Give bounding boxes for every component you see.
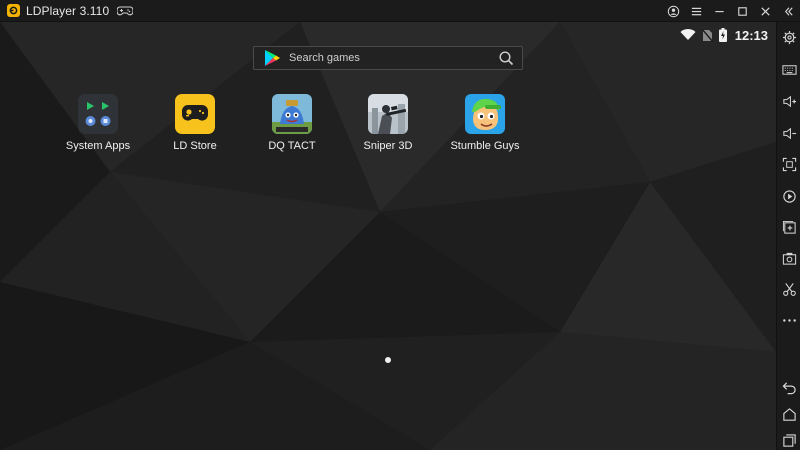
more-icon[interactable] bbox=[780, 311, 798, 329]
account-icon[interactable] bbox=[662, 0, 685, 22]
settings-icon[interactable] bbox=[780, 28, 798, 46]
no-sim-icon bbox=[701, 28, 713, 42]
system-apps-icon bbox=[78, 94, 118, 134]
record-icon[interactable] bbox=[780, 187, 798, 205]
battery-charging-icon bbox=[718, 28, 727, 42]
collapse-sidebar-icon[interactable] bbox=[777, 0, 800, 22]
volume-down-icon[interactable] bbox=[780, 124, 798, 142]
status-bar: 12:13 bbox=[680, 22, 776, 48]
ldplayer-window: LDPlayer 3.110 12:13 Search games System… bbox=[0, 0, 800, 450]
page-indicator-dot bbox=[385, 357, 391, 363]
android-home-screen[interactable]: 12:13 Search games System Apps LD Store … bbox=[0, 22, 776, 450]
close-icon[interactable] bbox=[754, 0, 777, 22]
app-stumble-guys[interactable]: Stumble Guys bbox=[439, 94, 531, 152]
window-title: LDPlayer 3.110 bbox=[26, 3, 110, 18]
back-icon[interactable] bbox=[780, 378, 798, 396]
app-label: Stumble Guys bbox=[450, 140, 520, 152]
app-sniper-3d[interactable]: Sniper 3D bbox=[342, 94, 434, 152]
stumble-guys-icon bbox=[465, 94, 505, 134]
volume-up-icon[interactable] bbox=[780, 92, 798, 110]
app-system-apps[interactable]: System Apps bbox=[52, 94, 144, 152]
wifi-icon bbox=[680, 29, 696, 41]
ld-store-icon bbox=[175, 94, 215, 134]
sniper-3d-icon bbox=[368, 94, 408, 134]
menu-icon[interactable] bbox=[685, 0, 708, 22]
clock: 12:13 bbox=[734, 27, 768, 43]
play-store-icon bbox=[265, 50, 280, 66]
search-input[interactable]: Search games bbox=[289, 52, 498, 64]
wallpaper bbox=[0, 22, 776, 450]
app-label: Sniper 3D bbox=[363, 140, 413, 152]
app-label: DQ TACT bbox=[268, 140, 316, 152]
search-icon[interactable] bbox=[498, 50, 514, 66]
app-label: System Apps bbox=[65, 140, 131, 152]
ldplayer-logo-icon bbox=[7, 4, 20, 17]
fullscreen-icon[interactable] bbox=[780, 155, 798, 173]
gamepad-icon[interactable] bbox=[117, 5, 134, 17]
maximize-icon[interactable] bbox=[731, 0, 754, 22]
window-controls bbox=[662, 0, 800, 22]
keyboard-icon[interactable] bbox=[780, 60, 798, 78]
app-ld-store[interactable]: LD Store bbox=[149, 94, 241, 152]
home-icon[interactable] bbox=[780, 405, 798, 423]
scissors-icon[interactable] bbox=[780, 280, 798, 298]
add-apk-icon[interactable] bbox=[780, 218, 798, 236]
app-label: LD Store bbox=[173, 140, 217, 152]
app-dq-tact[interactable]: DQ TACT bbox=[246, 94, 338, 152]
minimize-icon[interactable] bbox=[708, 0, 731, 22]
recents-icon[interactable] bbox=[780, 431, 798, 449]
dq-tact-icon bbox=[272, 94, 312, 134]
right-toolbar bbox=[776, 22, 800, 450]
title-bar[interactable]: LDPlayer 3.110 bbox=[0, 0, 800, 22]
screenshot-icon[interactable] bbox=[780, 249, 798, 267]
search-games-bar[interactable]: Search games bbox=[253, 46, 523, 70]
